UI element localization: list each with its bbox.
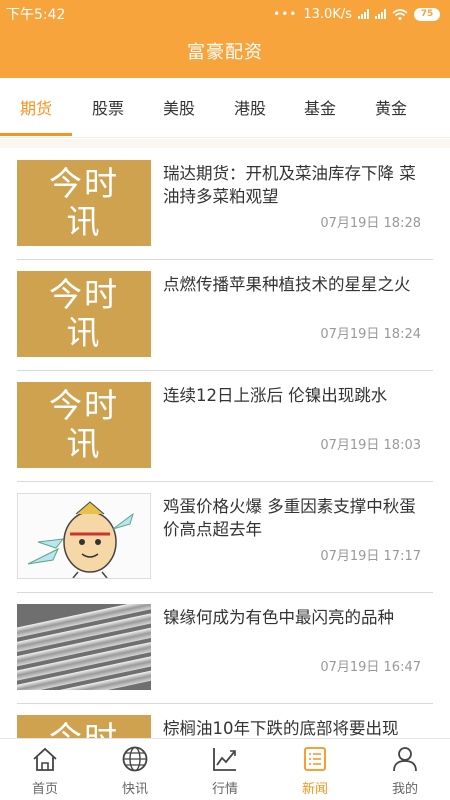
nav-label: 新闻 — [301, 782, 328, 797]
signal-icon — [358, 9, 369, 19]
tab-hk-stocks[interactable]: 港股 — [214, 78, 286, 136]
tab-silver[interactable]: 银 — [425, 78, 450, 136]
network-speed: 13.0K/s — [303, 6, 352, 22]
nav-home[interactable]: 首页 — [0, 739, 90, 800]
news-title: 连续12日上涨后 伦镍出现跳水 — [163, 386, 388, 405]
nav-market[interactable]: 行情 — [180, 739, 270, 800]
news-time: 07月19日 18:28 — [320, 216, 421, 231]
battery-icon: 75 — [414, 7, 440, 21]
signal-icon-2 — [375, 9, 386, 19]
nav-news[interactable]: 新闻 — [270, 739, 360, 800]
tab-funds[interactable]: 基金 — [284, 78, 356, 136]
news-item[interactable]: 今时讯 连续12日上涨后 伦镍出现跳水 07月19日 18:03 — [0, 370, 450, 482]
user-icon — [393, 747, 417, 772]
news-time: 07月19日 17:17 — [320, 549, 421, 564]
news-title: 棕榈油10年下跌的底部将要出现 — [163, 719, 399, 738]
news-item[interactable]: 今时讯 棕榈油10年下跌的底部将要出现 — [0, 703, 450, 738]
news-thumbnail: 今时讯 — [17, 271, 151, 357]
nav-mine[interactable]: 我的 — [360, 739, 450, 800]
separator — [0, 139, 450, 148]
page-title: 富豪配资 — [187, 42, 263, 63]
news-title: 鸡蛋价格火爆 多重因素支撑中秋蛋价高点超去年 — [163, 497, 416, 539]
news-title: 点燃传播苹果种植技术的星星之火 — [163, 275, 411, 294]
nav-label: 首页 — [31, 782, 58, 797]
news-item[interactable]: 今时讯 点燃传播苹果种植技术的星星之火 07月19日 18:24 — [0, 259, 450, 371]
news-list: 今时讯 瑞达期货：开机及菜油库存下降 菜油持多菜粕观望 07月19日 18:28… — [0, 148, 450, 738]
news-title: 瑞达期货：开机及菜油库存下降 菜油持多菜粕观望 — [163, 164, 416, 206]
news-item[interactable]: 今时讯 瑞达期货：开机及菜油库存下降 菜油持多菜粕观望 07月19日 18:28 — [0, 148, 450, 260]
news-item[interactable]: 鸡蛋价格火爆 多重因素支撑中秋蛋价高点超去年 07月19日 17:17 — [0, 481, 450, 593]
globe-icon — [122, 746, 148, 772]
tab-stocks[interactable]: 股票 — [72, 78, 144, 136]
nav-flash-news[interactable]: 快讯 — [90, 739, 180, 800]
nav-label: 我的 — [391, 782, 418, 797]
category-tabs: 期货 股票 美股 港股 基金 黄金 银 — [0, 78, 450, 138]
app-header: 下午5:42 ••• 13.0K/s 75 富豪配资 — [0, 0, 450, 78]
status-time: 下午5:42 — [6, 7, 66, 23]
news-thumbnail: 今时讯 — [17, 715, 151, 738]
news-thumbnail: 今时讯 — [17, 382, 151, 468]
tab-us-stocks[interactable]: 美股 — [143, 78, 215, 136]
more-dots-icon: ••• — [273, 7, 298, 21]
nav-label: 行情 — [211, 782, 238, 797]
chart-icon — [213, 748, 236, 771]
tab-futures[interactable]: 期货 — [0, 78, 72, 136]
metal-pipes-thumbnail — [17, 604, 151, 690]
status-bar: 下午5:42 ••• 13.0K/s 75 — [0, 0, 450, 28]
news-thumbnail: 今时讯 — [17, 160, 151, 246]
active-tab-indicator — [0, 133, 72, 136]
news-icon — [304, 747, 326, 771]
egg-cartoon-thumbnail — [17, 493, 151, 579]
news-time: 07月19日 16:47 — [320, 660, 421, 675]
news-title: 镍缘何成为有色中最闪亮的品种 — [163, 608, 394, 627]
news-time: 07月19日 18:24 — [320, 327, 421, 342]
status-indicators: ••• 13.0K/s 75 — [273, 7, 440, 22]
wifi-icon — [392, 8, 408, 20]
bottom-navigation: 首页 快讯 行情 新闻 我的 — [0, 738, 450, 800]
tab-gold[interactable]: 黄金 — [355, 78, 427, 136]
news-item[interactable]: 镍缘何成为有色中最闪亮的品种 07月19日 16:47 — [0, 592, 450, 704]
home-icon — [33, 747, 57, 771]
nav-label: 快讯 — [121, 782, 148, 797]
news-time: 07月19日 18:03 — [320, 438, 421, 453]
